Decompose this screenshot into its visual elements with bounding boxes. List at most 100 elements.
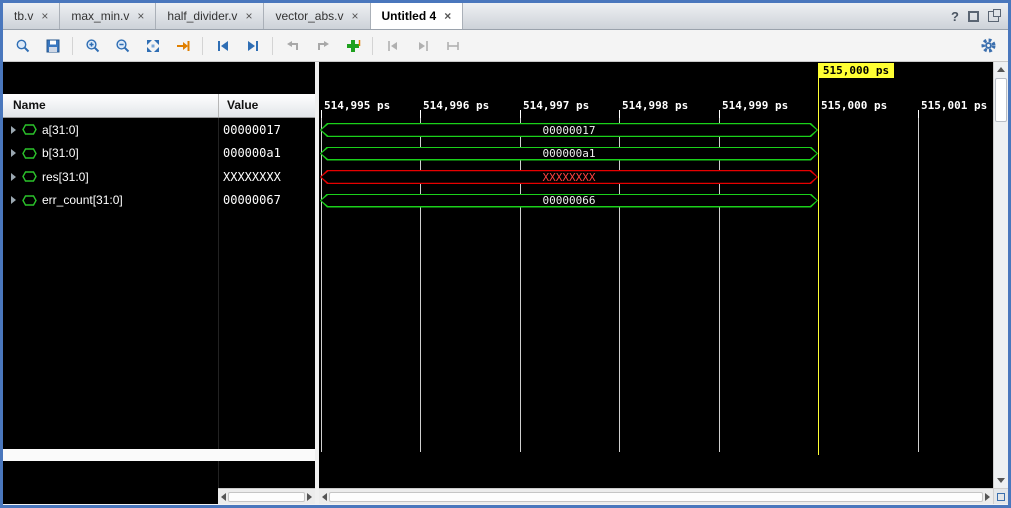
ruler-tick xyxy=(918,110,919,118)
zoom-in-icon[interactable] xyxy=(79,34,106,58)
wave-toolbar xyxy=(3,30,1008,62)
tab-close-icon[interactable]: × xyxy=(137,10,144,22)
zoom-icon[interactable] xyxy=(9,34,36,58)
bus-value-shape: XXXXXXXX xyxy=(320,170,818,184)
scroll-up-button[interactable] xyxy=(994,62,1008,77)
previous-transition-icon[interactable] xyxy=(209,34,236,58)
zoom-out-icon[interactable] xyxy=(109,34,136,58)
bus-value-text: 00000066 xyxy=(320,194,818,208)
signal-panel-header: Name Value xyxy=(3,94,315,118)
scroll-right-icon[interactable] xyxy=(985,493,990,501)
go-to-last-time-icon xyxy=(309,34,336,58)
signal-value: 00000017 xyxy=(223,123,281,137)
signal-row-a[interactable]: a[31:0] 00000017 xyxy=(3,118,315,142)
expand-chevron-icon[interactable] xyxy=(11,149,16,157)
previous-marker-icon xyxy=(379,34,406,58)
zoom-fit-icon[interactable] xyxy=(139,34,166,58)
signal-row-res[interactable]: res[31:0] XXXXXXXX xyxy=(3,165,315,189)
tab-close-icon[interactable]: × xyxy=(41,10,48,22)
ruler-label: 514,997 ps xyxy=(523,99,589,112)
toolbar-separator xyxy=(72,37,73,55)
ruler-tick xyxy=(520,110,521,118)
expand-chevron-icon[interactable] xyxy=(11,126,16,134)
panel-bottom-strip xyxy=(3,449,315,461)
scroll-up-icon xyxy=(997,67,1005,72)
scroll-down-button[interactable] xyxy=(994,473,1008,488)
value-column-header: Value xyxy=(227,98,258,112)
tab-max-min-v[interactable]: max_min.v × xyxy=(60,3,156,29)
signal-name: a[31:0] xyxy=(42,123,79,137)
panel-horizontal-scrollbar[interactable] xyxy=(218,488,315,504)
scroll-right-icon[interactable] xyxy=(307,493,312,501)
ruler-tick xyxy=(321,110,322,118)
tab-bar: tb.v × max_min.v × half_divider.v × vect… xyxy=(3,3,1008,30)
tab-close-icon[interactable]: × xyxy=(245,10,252,22)
bus-value-text: XXXXXXXX xyxy=(320,170,818,184)
wave-row-a[interactable]: 00000017 xyxy=(319,118,993,142)
ruler-tick xyxy=(719,110,720,118)
bus-value-text: 000000a1 xyxy=(320,147,818,161)
tab-close-icon[interactable]: × xyxy=(352,10,359,22)
window-controls: ? xyxy=(951,3,1008,29)
signal-rows: a[31:0] 00000017 b[31:0] 000000a1 res[31… xyxy=(3,118,315,212)
bus-signal-icon xyxy=(22,124,37,135)
signal-row-err-count[interactable]: err_count[31:0] 00000067 xyxy=(3,189,315,213)
help-icon[interactable]: ? xyxy=(951,9,959,24)
wave-horizontal-scrollbar[interactable] xyxy=(319,488,993,504)
scroll-left-icon[interactable] xyxy=(221,493,226,501)
signal-name: res[31:0] xyxy=(42,170,89,184)
signal-panel: Name Value a[31:0] 00000017 b[31:0] 0000… xyxy=(3,62,315,504)
wave-row-b[interactable]: 000000a1 xyxy=(319,142,993,166)
tab-close-icon[interactable]: × xyxy=(444,10,451,22)
maximize-window-icon[interactable] xyxy=(988,11,999,22)
next-marker-icon xyxy=(409,34,436,58)
name-value-column-divider[interactable] xyxy=(218,118,219,488)
toolbar-separator xyxy=(272,37,273,55)
tab-label: Untitled 4 xyxy=(382,9,437,23)
bus-value-text: 00000017 xyxy=(320,123,818,137)
scroll-left-icon[interactable] xyxy=(322,493,327,501)
signal-value: 000000a1 xyxy=(223,146,281,160)
scrollbar-corner xyxy=(994,488,1008,504)
tab-tb-v[interactable]: tb.v × xyxy=(3,3,60,29)
wave-row-res[interactable]: XXXXXXXX xyxy=(319,165,993,189)
waveform-canvas[interactable]: 515,000 ps 514,995 ps 514,996 ps 514,997… xyxy=(319,62,993,504)
signal-value: XXXXXXXX xyxy=(223,170,281,184)
go-to-time-0-icon xyxy=(279,34,306,58)
tab-label: half_divider.v xyxy=(167,9,237,23)
bus-value-shape: 00000066 xyxy=(320,194,818,208)
bus-signal-icon xyxy=(22,148,37,159)
tab-vector-abs-v[interactable]: vector_abs.v × xyxy=(264,3,370,29)
tab-label: vector_abs.v xyxy=(275,9,343,23)
zoom-to-cursor-icon[interactable] xyxy=(169,34,196,58)
expand-chevron-icon[interactable] xyxy=(11,196,16,204)
ruler-tick xyxy=(420,110,421,118)
tab-half-divider-v[interactable]: half_divider.v × xyxy=(156,3,264,29)
waveform-rows: 00000017 000000a1 XXXXXXXX xyxy=(319,118,993,212)
wave-vertical-scrollbar[interactable] xyxy=(993,62,1008,504)
ruler-label: 514,998 ps xyxy=(622,99,688,112)
expand-chevron-icon[interactable] xyxy=(11,173,16,181)
save-icon[interactable] xyxy=(39,34,66,58)
ruler-label: 514,999 ps xyxy=(722,99,788,112)
corner-resize-icon xyxy=(997,493,1005,501)
scrollbar-thumb[interactable] xyxy=(228,492,305,502)
tab-untitled-4[interactable]: Untitled 4 × xyxy=(371,3,464,29)
signal-name: err_count[31:0] xyxy=(42,193,123,207)
float-window-icon[interactable] xyxy=(968,11,979,22)
wave-row-err-count[interactable]: 00000066 xyxy=(319,189,993,213)
signal-row-b[interactable]: b[31:0] 000000a1 xyxy=(3,142,315,166)
toolbar-separator xyxy=(202,37,203,55)
signal-value: 00000067 xyxy=(223,193,281,207)
time-cursor-line[interactable] xyxy=(818,78,819,455)
scrollbar-thumb[interactable] xyxy=(329,492,983,502)
scrollbar-thumb[interactable] xyxy=(995,78,1007,122)
cursor-time-badge[interactable]: 515,000 ps xyxy=(818,63,894,78)
bus-signal-icon xyxy=(22,171,37,182)
next-transition-icon[interactable] xyxy=(239,34,266,58)
bus-signal-icon xyxy=(22,195,37,206)
signal-name: b[31:0] xyxy=(42,146,79,160)
settings-gear-icon[interactable] xyxy=(975,34,1002,58)
add-marker-icon[interactable] xyxy=(339,34,366,58)
wave-main-area: Name Value a[31:0] 00000017 b[31:0] 0000… xyxy=(3,62,1008,504)
